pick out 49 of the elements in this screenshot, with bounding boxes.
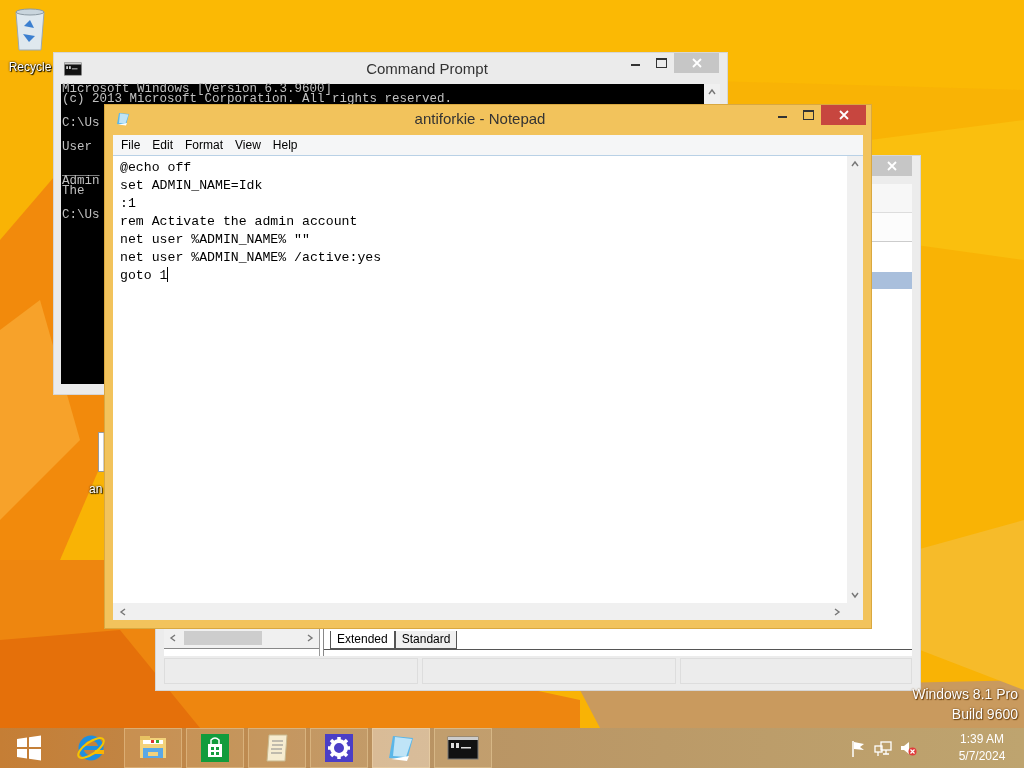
menu-item[interactable]: Help — [266, 138, 304, 152]
menu-item[interactable]: View — [229, 138, 267, 152]
gear-icon — [323, 732, 355, 764]
window-title: Command Prompt — [365, 60, 489, 77]
icon-label: Recycle — [8, 60, 52, 74]
text-line: net user %ADMIN_NAME% /active:yes — [120, 249, 383, 267]
menu-item[interactable]: Edit — [146, 138, 180, 152]
console-line: C:\Us — [62, 118, 100, 128]
chevron-down-icon[interactable] — [850, 590, 860, 600]
chevron-left-icon[interactable] — [118, 606, 128, 617]
console-line: User — [62, 142, 92, 152]
window-title: antiforkie - Notepad — [413, 110, 547, 127]
text-line: set ADMIN_NAME=Idk — [120, 177, 264, 195]
speaker-muted-icon[interactable] — [899, 739, 917, 757]
text-line: :1 — [120, 195, 137, 213]
scrollbar[interactable] — [113, 603, 847, 620]
icon-label: an — [89, 482, 103, 496]
menu-item[interactable]: File — [115, 138, 147, 152]
console-line: Admin — [62, 176, 100, 186]
scrollbar[interactable] — [164, 627, 319, 649]
scrollbar[interactable] — [847, 156, 863, 603]
close-button[interactable] — [871, 156, 912, 176]
console-line: (c) 2013 Microsoft Corporation. All rights reserved. — [62, 94, 453, 104]
text-line: @echo off — [120, 159, 193, 177]
console-line: C:\Us — [62, 210, 100, 220]
chevron-left-icon[interactable] — [168, 633, 178, 643]
terminal-icon — [64, 59, 82, 78]
taskbar-button[interactable] — [310, 728, 368, 768]
start-icon — [15, 734, 43, 762]
console-line: The — [62, 186, 85, 196]
watermark-text: Windows 8.1 Pro — [912, 685, 1018, 704]
text-area[interactable]: @echo off set ADMIN_NAME=Idk :1 rem Activate the admin account net user %ADMIN_NAME% "" net user %ADMIN_NAME% /active:yes goto 1 — [113, 156, 847, 603]
text-line: net user %ADMIN_NAME% "" — [120, 231, 311, 249]
notepad-icon — [115, 110, 131, 127]
menu-item[interactable]: Format — [179, 138, 230, 152]
chevron-up-icon[interactable] — [850, 159, 860, 169]
tab[interactable]: Standard — [394, 631, 458, 649]
shopping-bag-icon — [199, 732, 231, 764]
chevron-right-icon[interactable] — [832, 606, 842, 617]
watermark-text: Build 9600 — [951, 705, 1018, 724]
console-line: Microsoft Windows [Version 6.3.9600] — [62, 84, 333, 94]
network-icon[interactable] — [874, 739, 892, 757]
text-line: rem Activate the admin account — [120, 213, 359, 231]
taskbar-button[interactable] — [434, 728, 492, 768]
chevron-right-icon[interactable] — [305, 633, 315, 643]
close-button[interactable] — [821, 105, 866, 125]
close-icon[interactable] — [838, 110, 849, 120]
tab[interactable]: Extended — [330, 631, 395, 649]
text-line: goto 1 — [120, 267, 170, 285]
